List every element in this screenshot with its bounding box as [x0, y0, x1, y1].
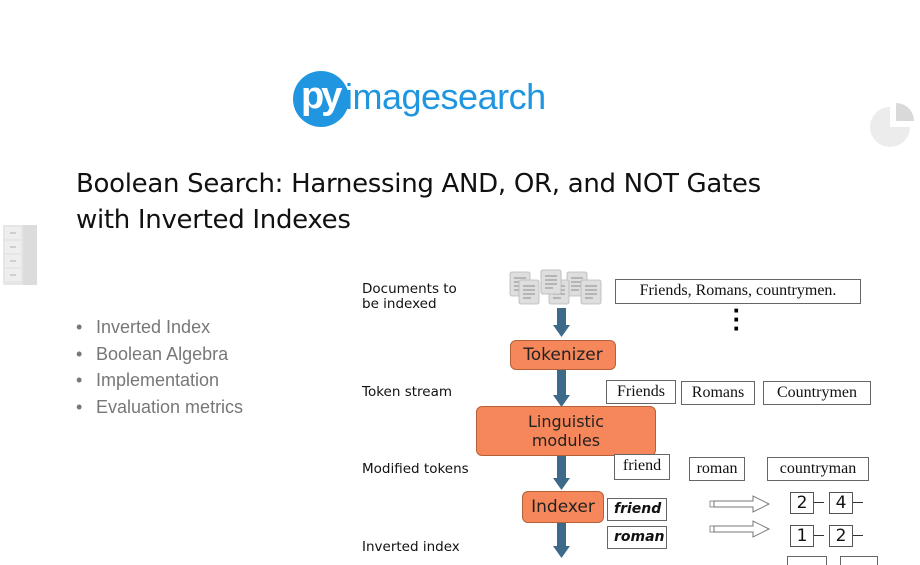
- label-token-stream: Token stream: [362, 384, 453, 400]
- index-term-box: roman: [607, 526, 667, 549]
- token-box: Countrymen: [763, 381, 871, 405]
- token-box: Friends: [606, 380, 676, 404]
- modified-token-box: friend: [614, 454, 670, 480]
- posting-box: 2: [829, 525, 853, 547]
- arrow-down-icon: [553, 455, 570, 490]
- posting-link: [853, 535, 863, 536]
- modified-token-box: roman: [689, 457, 745, 481]
- linguistic-line2: modules: [531, 431, 601, 450]
- arrow-down-icon: [553, 370, 570, 407]
- indexer-module: Indexer: [522, 491, 604, 523]
- token-box: Romans: [681, 381, 755, 405]
- posting-link: [814, 502, 824, 503]
- posting-box: 4: [829, 492, 853, 514]
- label-documents-line1: Documents to: [362, 281, 457, 297]
- documents-icon: [509, 269, 602, 305]
- label-inverted-index: Inverted index: [362, 539, 460, 555]
- pointer-arrow-icon: [709, 520, 771, 538]
- label-modified-tokens: Modified tokens: [362, 461, 469, 477]
- posting-box-partial: [787, 556, 827, 565]
- indexing-pipeline-diagram: Documents to be indexed Token stream Mod…: [0, 0, 920, 565]
- label-documents-line2: be indexed: [362, 296, 437, 312]
- arrow-down-icon: [553, 308, 570, 337]
- pointer-arrow-icon: [709, 495, 771, 513]
- index-term-box: friend: [607, 498, 667, 521]
- posting-box: 1: [790, 525, 814, 547]
- tokenizer-module: Tokenizer: [510, 340, 616, 370]
- linguistic-modules-module: Linguistic modules: [476, 406, 656, 456]
- posting-link: [814, 535, 824, 536]
- linguistic-line1: Linguistic: [527, 412, 605, 431]
- posting-box-partial: [840, 556, 878, 565]
- label-documents: Documents to be indexed: [362, 282, 457, 312]
- modified-token-box: countryman: [767, 457, 869, 481]
- posting-box: 2: [790, 492, 814, 514]
- arrow-down-icon: [553, 523, 570, 558]
- posting-link: [853, 502, 863, 503]
- ellipsis-vertical-icon: · · ·: [732, 295, 742, 343]
